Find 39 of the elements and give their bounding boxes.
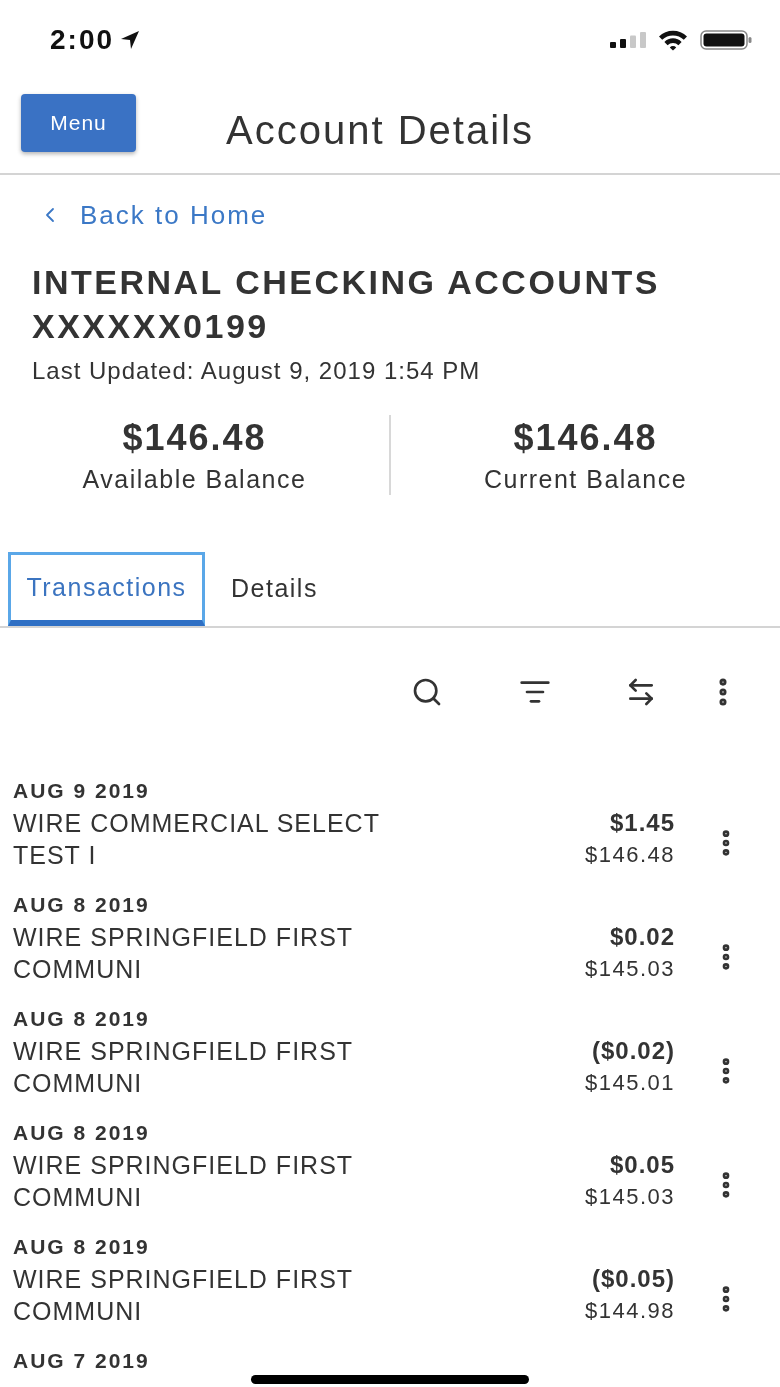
transaction-date: AUG 9 2019 <box>13 780 151 802</box>
transaction-description: WIRE SPRINGFIELD FIRST COMMUNI <box>13 1264 354 1327</box>
transaction-description: WIRE COMMERCIAL SELECT TEST I <box>13 808 381 871</box>
transaction-description: WIRE SPRINGFIELD FIRST COMMUNI <box>13 1150 354 1213</box>
wifi-icon <box>658 29 688 51</box>
status-time: 2:00 <box>50 26 115 54</box>
tab[interactable]: Details <box>205 552 344 626</box>
balance-label: Current Balance <box>483 464 688 494</box>
transaction-date: AUG 8 2019 <box>13 1236 151 1258</box>
battery-icon <box>700 30 752 50</box>
running-balance: $146.48 <box>584 841 675 869</box>
tab[interactable]: Transactions <box>8 552 205 626</box>
cellular-signal-icon <box>610 32 646 48</box>
transaction-amount: $0.02 <box>609 922 675 952</box>
balance-amount: $146.48 <box>513 418 658 458</box>
transaction-amount: ($0.05) <box>591 1264 675 1294</box>
transaction-amount: $1.45 <box>609 808 675 838</box>
running-balance: $145.03 <box>584 1183 675 1211</box>
transaction-description: WIRE SPRINGFIELD FIRST COMMUNI <box>13 1036 354 1099</box>
account-name: INTERNAL CHECKING ACCOUNTS <box>32 262 661 303</box>
transaction-date: AUG 7 2019 <box>13 1350 151 1372</box>
transaction-date: AUG 8 2019 <box>13 1008 151 1030</box>
running-balance: $144.98 <box>584 1297 675 1325</box>
transaction-description: WIRE SPRINGFIELD FIRST COMMUNI <box>13 922 354 985</box>
last-updated-text: Last Updated: August 9, 2019 1:54 PM <box>32 356 482 386</box>
balance-label: Available Balance <box>82 464 307 494</box>
transaction-date: AUG 8 2019 <box>13 1122 151 1144</box>
balance-amount: $146.48 <box>122 418 267 458</box>
account-number: XXXXXX0199 <box>32 306 270 347</box>
search-icon[interactable] <box>411 676 443 708</box>
back-to-home-link[interactable]: Back to Home <box>38 200 268 230</box>
running-balance: $145.01 <box>584 1069 675 1097</box>
transaction-amount: $0.05 <box>609 1150 675 1180</box>
page-title: Account Details <box>226 108 534 152</box>
running-balance: $145.03 <box>584 955 675 983</box>
transaction-amount: ($0.02) <box>591 1036 675 1066</box>
menu-button[interactable]: Menu <box>21 94 136 152</box>
location-arrow-icon <box>120 30 141 50</box>
transaction-date: AUG 8 2019 <box>13 894 151 916</box>
